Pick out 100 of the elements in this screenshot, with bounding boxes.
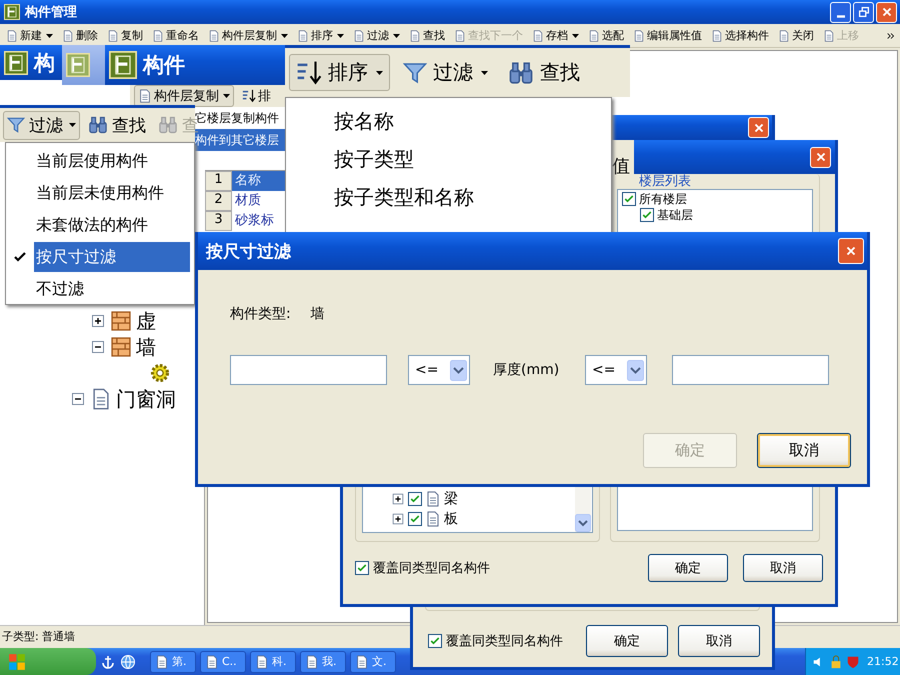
close-button[interactable] bbox=[748, 117, 769, 138]
document-icon bbox=[107, 30, 119, 42]
tree-item[interactable]: 墙 bbox=[136, 334, 156, 360]
toolbar-button[interactable]: 编辑属性值 bbox=[629, 26, 706, 45]
toolbar-button[interactable]: 查找 bbox=[501, 54, 587, 91]
checkbox[interactable] bbox=[408, 512, 422, 526]
check-icon bbox=[623, 193, 635, 205]
document-icon bbox=[778, 30, 790, 42]
toolbar-button[interactable]: 删除 bbox=[58, 26, 102, 45]
tree-item[interactable]: 门窗洞 bbox=[116, 386, 176, 412]
menu-item[interactable]: 它楼层复制构件 bbox=[195, 107, 285, 129]
check-icon bbox=[409, 513, 421, 525]
document-icon bbox=[633, 30, 645, 42]
checkbox[interactable] bbox=[622, 192, 636, 206]
operator-dropdown[interactable]: <= bbox=[408, 355, 470, 385]
quick-launch-button[interactable] bbox=[120, 654, 136, 670]
caret-icon bbox=[223, 94, 230, 98]
checkbox[interactable] bbox=[640, 208, 654, 222]
toolbar-button[interactable]: 关闭 bbox=[774, 26, 818, 45]
checkbox[interactable] bbox=[355, 561, 369, 575]
toolbar-button[interactable]: 构件层复制 bbox=[134, 85, 234, 107]
toolbar-button[interactable]: 存档 bbox=[528, 26, 583, 45]
close-button[interactable] bbox=[876, 2, 897, 22]
menu-item[interactable]: 按名称 bbox=[286, 102, 611, 140]
restore-icon bbox=[856, 5, 870, 19]
value-field[interactable] bbox=[230, 355, 387, 385]
checkbox-label: 覆盖同类型同名构件 bbox=[373, 560, 490, 577]
document-icon bbox=[62, 30, 74, 42]
taskbar-button[interactable]: C.. bbox=[200, 650, 246, 672]
field-label: 构件类型: bbox=[230, 305, 291, 324]
taskbar-button[interactable]: 科. bbox=[250, 650, 296, 672]
document-icon bbox=[425, 511, 441, 527]
toolbar-button[interactable]: 新建 bbox=[2, 26, 57, 45]
app-icon bbox=[109, 51, 137, 79]
tree-item[interactable]: 梁 bbox=[444, 490, 458, 508]
taskbar-button[interactable]: 我. bbox=[300, 650, 346, 672]
dialog-button[interactable]: 取消 bbox=[678, 625, 760, 657]
checkbox[interactable] bbox=[408, 492, 422, 506]
toolbar-button[interactable]: 复制 bbox=[103, 26, 147, 45]
dialog-button[interactable]: 确定 bbox=[648, 554, 728, 582]
close-button[interactable] bbox=[810, 146, 831, 168]
toolbar-button[interactable]: 排序 bbox=[293, 26, 348, 45]
menu-item[interactable]: 未套做法的构件 bbox=[6, 209, 194, 241]
caret-icon bbox=[46, 34, 53, 38]
row-number: 3 bbox=[205, 211, 232, 231]
menu-item[interactable]: 按子类型和名称 bbox=[286, 178, 611, 216]
toolbar-button[interactable]: 选配 bbox=[584, 26, 628, 45]
toolbar-button[interactable]: 排 bbox=[238, 85, 275, 107]
tree-item[interactable]: 所有楼层 bbox=[639, 190, 687, 208]
restore-button[interactable] bbox=[853, 2, 874, 22]
dialog-button[interactable]: 取消 bbox=[743, 554, 823, 582]
window-title: 构 bbox=[34, 50, 55, 76]
toolbar-button[interactable]: 过滤 bbox=[3, 110, 80, 140]
toolbar-button[interactable]: 过滤 bbox=[349, 26, 404, 45]
minimize-button[interactable] bbox=[830, 2, 851, 22]
table-cell-text: 砂浆标 bbox=[234, 212, 275, 230]
taskbar-button[interactable]: 文. bbox=[350, 650, 396, 672]
table-cell: 名称 bbox=[232, 171, 285, 191]
toolbar-button[interactable]: 过滤 bbox=[396, 54, 495, 91]
menu-item[interactable]: 不过滤 bbox=[6, 273, 194, 305]
close-button[interactable] bbox=[838, 238, 864, 264]
chevron-right-icon bbox=[886, 30, 896, 40]
tree-item[interactable]: 虚 bbox=[136, 308, 156, 334]
windows-logo-icon bbox=[8, 652, 26, 670]
scroll-down-icon bbox=[575, 514, 591, 532]
row-number: 1 bbox=[205, 171, 232, 191]
caret-icon bbox=[281, 34, 288, 38]
document-icon bbox=[588, 30, 600, 42]
start-button[interactable] bbox=[0, 648, 96, 675]
brick-wall-icon bbox=[110, 310, 132, 332]
toolbar-button[interactable]: 排序 bbox=[289, 54, 390, 91]
dialog-title: 按尺寸过滤 bbox=[206, 240, 291, 262]
tree-item[interactable]: 基础层 bbox=[657, 206, 693, 224]
toolbar-button[interactable]: 查找 bbox=[405, 26, 449, 45]
menu-item[interactable]: 按子类型 bbox=[286, 140, 611, 178]
dialog-button[interactable]: 确定 bbox=[586, 625, 668, 657]
dialog-button[interactable]: 取消 bbox=[757, 433, 851, 468]
toolbar-button[interactable]: 查找 bbox=[84, 110, 150, 140]
app-icon bbox=[4, 50, 28, 74]
gear-icon bbox=[150, 363, 170, 383]
taskbar-button[interactable]: 第. bbox=[150, 650, 196, 672]
caret-icon bbox=[393, 34, 400, 38]
quick-launch-button[interactable] bbox=[100, 654, 116, 670]
checkbox[interactable] bbox=[428, 634, 442, 648]
window-title: 构件 bbox=[143, 52, 185, 79]
operator-dropdown[interactable]: <= bbox=[585, 355, 647, 385]
tree-item[interactable]: 板 bbox=[444, 510, 458, 528]
app-icon bbox=[66, 53, 90, 77]
menu-item[interactable]: 当前层未使用构件 bbox=[6, 177, 194, 209]
toolbar-button[interactable]: 构件层复制 bbox=[204, 26, 292, 45]
table-cell-text: 材质 bbox=[234, 192, 262, 210]
document-icon bbox=[711, 30, 723, 42]
toolbar-button[interactable]: 重命名 bbox=[148, 26, 203, 45]
document-icon bbox=[355, 654, 369, 668]
menu-item[interactable]: 当前层使用构件 bbox=[6, 145, 194, 177]
close-icon bbox=[844, 244, 858, 258]
caret-icon bbox=[69, 123, 76, 127]
value-field[interactable] bbox=[672, 355, 829, 385]
check-icon bbox=[356, 562, 368, 574]
toolbar-button[interactable]: 选择构件 bbox=[707, 26, 773, 45]
